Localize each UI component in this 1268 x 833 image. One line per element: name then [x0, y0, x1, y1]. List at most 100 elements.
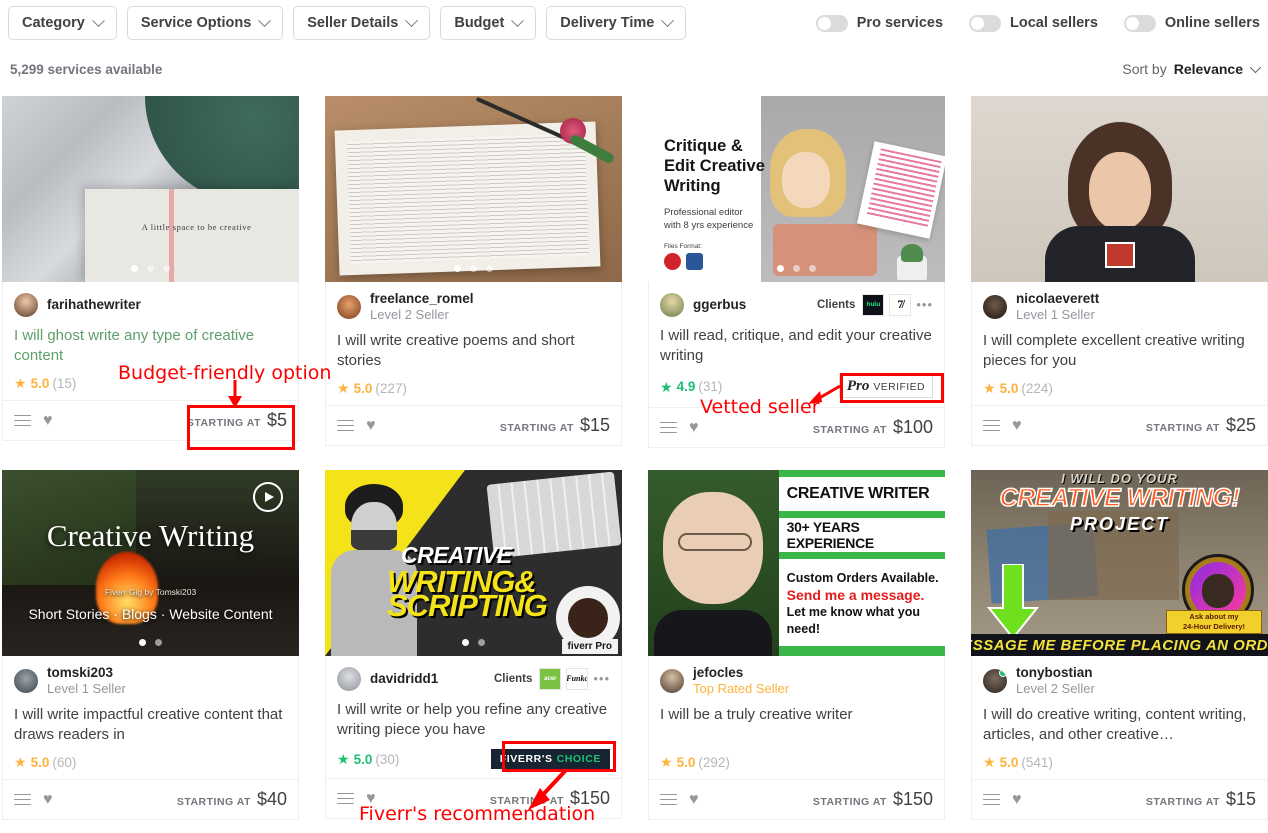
- favorite-heart-icon[interactable]: ♥: [1012, 791, 1022, 808]
- avatar[interactable]: [14, 292, 38, 317]
- online-sellers-switch[interactable]: [1123, 14, 1156, 32]
- avatar[interactable]: [983, 295, 1007, 319]
- filter-seller-details[interactable]: Seller Details: [293, 6, 431, 40]
- gig-title[interactable]: I will do creative writing, content writ…: [972, 699, 1267, 745]
- avatar[interactable]: [660, 292, 684, 317]
- seller-meta: tomski203 Level 1 Seller: [47, 665, 126, 697]
- seller-row[interactable]: jefocles Top Rated Seller: [649, 656, 944, 699]
- gig-title[interactable]: I will complete excellent creative writi…: [972, 325, 1267, 371]
- gig-card[interactable]: CREATIVE WRITING& SCRIPTING fiverr Pro d…: [325, 470, 622, 820]
- seller-row[interactable]: davidridd1 Clients acer Funko •••: [326, 656, 621, 694]
- avatar[interactable]: [983, 669, 1007, 693]
- gig-title[interactable]: I will write impactful creative content …: [3, 699, 298, 745]
- chevron-down-icon: [405, 13, 419, 27]
- compare-list-icon[interactable]: [983, 419, 1000, 432]
- carousel-dot[interactable]: [139, 639, 146, 646]
- seller-row[interactable]: farihathewriter: [3, 282, 298, 320]
- avatar[interactable]: [337, 295, 361, 319]
- carousel-dots[interactable]: [2, 639, 299, 646]
- gig-thumbnail[interactable]: [971, 96, 1268, 282]
- seller-name: nicolaeverett: [1016, 291, 1100, 306]
- gig-thumbnail[interactable]: Creative Writing Fiverr Gig by Tomski203…: [2, 470, 299, 656]
- compare-list-icon[interactable]: [14, 793, 31, 806]
- compare-list-icon[interactable]: [660, 793, 677, 806]
- clients-more-icon[interactable]: •••: [593, 671, 610, 686]
- gig-card[interactable]: Creative Writing Fiverr Gig by Tomski203…: [2, 470, 299, 820]
- fiverrs-choice-second: CHOICE: [556, 753, 601, 765]
- seller-row[interactable]: tonybostian Level 2 Seller: [972, 656, 1267, 699]
- carousel-dots[interactable]: [325, 265, 622, 272]
- favorite-heart-icon[interactable]: ♥: [689, 791, 699, 808]
- carousel-dot[interactable]: [454, 265, 461, 272]
- carousel-dot[interactable]: [478, 639, 485, 646]
- gig-thumbnail[interactable]: CREATIVE WRITING& SCRIPTING fiverr Pro: [325, 470, 622, 656]
- carousel-dot[interactable]: [147, 265, 154, 272]
- gig-thumbnail[interactable]: Critique & Edit Creative Writing Professio…: [648, 96, 945, 282]
- toggle-local-sellers[interactable]: Local sellers: [969, 14, 1098, 32]
- star-icon: ★: [14, 754, 27, 770]
- filter-service-options[interactable]: Service Options: [126, 6, 284, 40]
- play-icon[interactable]: [253, 482, 283, 512]
- seller-level: Level 2 Seller: [370, 307, 449, 322]
- favorite-heart-icon[interactable]: ♥: [689, 419, 699, 436]
- carousel-dot[interactable]: [486, 265, 493, 272]
- sort-by-control[interactable]: Sort by Relevance: [1122, 61, 1262, 77]
- seller-row[interactable]: tomski203 Level 1 Seller: [3, 656, 298, 699]
- clients-more-icon[interactable]: •••: [916, 297, 933, 312]
- compare-list-icon[interactable]: [983, 793, 1000, 806]
- carousel-dot[interactable]: [470, 265, 477, 272]
- carousel-dot[interactable]: [462, 639, 469, 646]
- gig-title[interactable]: I will write creative poems and short st…: [326, 325, 621, 371]
- avatar[interactable]: [660, 669, 684, 693]
- gig-title[interactable]: I will write or help you refine any crea…: [326, 694, 621, 740]
- gig-card[interactable]: I WILL DO YOUR CREATIVE WRITING! PROJECT…: [971, 470, 1268, 820]
- filter-budget[interactable]: Budget: [440, 6, 537, 40]
- filter-category[interactable]: Category: [8, 6, 117, 40]
- favorite-heart-icon[interactable]: ♥: [1012, 417, 1022, 434]
- gig-card[interactable]: freelance_romel Level 2 Seller I will wr…: [325, 96, 622, 448]
- favorite-heart-icon[interactable]: ♥: [43, 791, 53, 808]
- pro-services-switch[interactable]: [815, 14, 848, 32]
- filter-bar: Category Service Options Seller Details …: [0, 0, 1268, 46]
- avatar[interactable]: [14, 669, 38, 693]
- toggle-pro-services[interactable]: Pro services: [815, 14, 943, 32]
- carousel-dot[interactable]: [793, 265, 800, 272]
- gig-thumbnail[interactable]: CREATIVE WRITER 30+ YEARS EXPERIENCE Cus…: [648, 470, 945, 656]
- gig-card[interactable]: nicolaeverett Level 1 Seller I will comp…: [971, 96, 1268, 448]
- favorite-heart-icon[interactable]: ♥: [366, 417, 376, 434]
- seller-row[interactable]: ggerbus Clients hulu 7̸ •••: [649, 282, 944, 320]
- carousel-dot[interactable]: [809, 265, 816, 272]
- gig-card[interactable]: A little space to be creative farihathew…: [2, 96, 299, 448]
- annotation-arrow-right-icon: [808, 384, 841, 404]
- local-sellers-switch[interactable]: [969, 14, 1002, 32]
- gig-title[interactable]: I will ghost write any type of creative …: [3, 320, 298, 366]
- carousel-dot[interactable]: [155, 639, 162, 646]
- avatar[interactable]: [337, 666, 361, 691]
- compare-list-icon[interactable]: [337, 419, 354, 432]
- compare-list-icon[interactable]: [337, 792, 354, 805]
- carousel-dots[interactable]: [325, 639, 622, 646]
- gig-thumbnail[interactable]: A little space to be creative: [2, 96, 299, 282]
- seller-row[interactable]: nicolaeverett Level 1 Seller: [972, 282, 1267, 325]
- gig-title[interactable]: I will be a truly creative writer: [649, 699, 944, 745]
- compare-list-icon[interactable]: [660, 421, 677, 434]
- gig-thumbnail[interactable]: [325, 96, 622, 282]
- carousel-dot[interactable]: [163, 265, 170, 272]
- favorite-heart-icon[interactable]: ♥: [43, 412, 53, 429]
- compare-list-icon[interactable]: [14, 414, 31, 427]
- seller-name: tonybostian: [1016, 665, 1093, 680]
- chevron-down-icon: [258, 13, 272, 27]
- starting-at-label: STARTING AT: [1145, 796, 1220, 808]
- carousel-dot[interactable]: [131, 265, 138, 272]
- carousel-dots[interactable]: [648, 265, 945, 272]
- gig-card[interactable]: CREATIVE WRITER 30+ YEARS EXPERIENCE Cus…: [648, 470, 945, 820]
- gig-thumbnail[interactable]: I WILL DO YOUR CREATIVE WRITING! PROJECT…: [971, 470, 1268, 656]
- toggle-online-sellers[interactable]: Online sellers: [1123, 14, 1260, 32]
- carousel-dots[interactable]: [2, 265, 299, 272]
- gig-title[interactable]: I will read, critique, and edit your cre…: [649, 320, 944, 366]
- rating-row: ★ 5.0 (224): [972, 371, 1267, 405]
- seller-level: Level 1 Seller: [47, 681, 126, 696]
- filter-delivery-time[interactable]: Delivery Time: [546, 6, 687, 40]
- carousel-dot[interactable]: [777, 265, 784, 272]
- seller-row[interactable]: freelance_romel Level 2 Seller: [326, 282, 621, 325]
